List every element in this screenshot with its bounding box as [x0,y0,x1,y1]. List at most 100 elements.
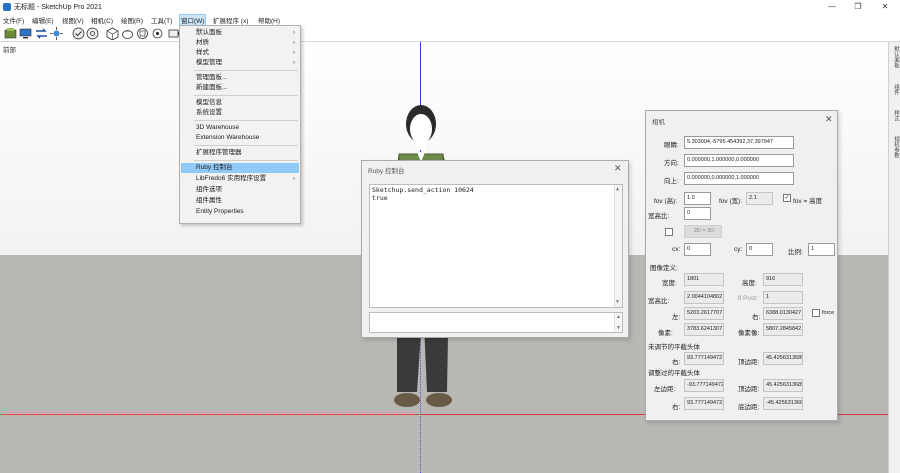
aspect-ratio-label: 宽高比: [648,213,670,220]
ruby-console-output[interactable]: Sketchup.send_action 10624 true ▲ ▼ [369,184,623,308]
field-value[interactable]: 1 [763,291,803,304]
unadjusted-top-field[interactable]: 45.4256313689 [763,352,803,365]
submenu-arrow-icon: › [293,40,295,46]
menu-item-preferences[interactable]: 系统设置 [181,108,299,118]
sparkle-icon[interactable] [50,27,63,40]
right-field[interactable]: 6388.0130427 [763,307,803,320]
menu-camera[interactable]: 相机(C) [91,15,113,25]
refresh-cube-icon[interactable] [136,27,149,40]
menu-item-model-management[interactable]: 模型管理 › [181,58,299,68]
px-label: 像素: [658,330,673,337]
up-label: 向上: [664,178,679,185]
adjusted-top-label: 顶边距: [738,386,760,393]
fov-is-height-checkbox[interactable]: ✓ [783,194,791,202]
menu-draw[interactable]: 绘图(R) [121,15,143,25]
fov-height-field[interactable]: 1.0 [684,192,711,205]
maximize-button[interactable]: ❐ [844,0,872,14]
field-label: fl Post: [738,295,758,302]
minimize-button[interactable]: — [818,0,846,14]
scroll-down-icon[interactable]: ▼ [616,299,619,307]
adjusted-top-field[interactable]: 45.4256313689 [763,379,803,392]
menu-extensions[interactable]: 扩展程序 (x) [213,15,248,25]
cx-field[interactable]: 0 [684,243,711,256]
tray-tab-camera-params[interactable]: 相机参数 [890,136,900,158]
menu-tools[interactable]: 工具(T) [151,15,172,25]
adjusted-bottom-field[interactable]: -45.4256313689 [763,397,803,410]
scroll-up-icon[interactable]: ▲ [616,314,621,320]
menu-separator [194,160,298,161]
width-label: 宽度: [662,280,677,287]
ratio-field[interactable]: 2.0044104802 [684,291,724,304]
menu-item-extension-manager[interactable]: 扩展程序管理器 [181,148,299,158]
scene-tab-label[interactable]: 前部 [3,44,16,54]
menu-item-ruby-console[interactable]: Ruby 控制台 [181,163,299,173]
force-checkbox[interactable] [812,309,820,317]
ratio-label: 宽高比: [648,298,670,305]
cy-field[interactable]: 0 [746,243,773,256]
scale-field[interactable]: 1 [808,243,835,256]
width-field[interactable]: 1801 [684,273,724,286]
menu-item-label: 模型管理 [196,59,222,66]
tray-tab-components[interactable]: 组件 [890,84,900,95]
scroll-down-icon[interactable]: ▼ [616,325,621,331]
direction-field[interactable]: 0.000000,1.000000,0.000000 [684,154,794,167]
input-scrollbar[interactable]: ▲ ▼ [614,313,622,332]
menu-file[interactable]: 文件(F) [3,15,24,25]
menu-item-default-tray[interactable]: 默认面板 › [181,28,299,38]
direction-label: 方向: [664,160,679,167]
menu-edit[interactable]: 编辑(E) [32,15,54,25]
adjusted-bottom-label: 底边距: [738,404,760,411]
default-tray: 默认面板 组件 样式 相机参数 [888,42,900,473]
eye-label: 眼睛: [664,142,679,149]
adjusted-left-field[interactable]: -93.7771494721 [684,379,724,392]
ruby-console-input[interactable]: ▲ ▼ [369,312,623,333]
menu-item-extension-warehouse[interactable]: Extension Warehouse [181,133,299,143]
menu-item-manage-trays[interactable]: 管理面板... [181,73,299,83]
aspect-ratio-field[interactable]: 0 [684,207,711,220]
close-button[interactable]: ✕ [871,0,899,14]
menu-view[interactable]: 视图(V) [62,15,84,25]
menu-item-styles[interactable]: 样式 › [181,48,299,58]
fov-width-field[interactable]: 2.1 [746,192,773,205]
right-label: 右: [752,314,761,321]
menu-item-3d-warehouse[interactable]: 3D Warehouse [181,123,299,133]
left-field[interactable]: 5203.2617707 [684,307,724,320]
image-definition-heading: 图像定义: [650,265,678,272]
py-field[interactable]: 5807.2845842 [763,323,803,336]
close-icon[interactable]: ✕ [614,163,622,174]
swap-icon[interactable] [35,27,48,40]
menu-item-model-info[interactable]: 模型信息 [181,98,299,108]
unadjusted-right-field[interactable]: 93.7771494721 [684,352,724,365]
up-field[interactable]: 0.000000,0.000000,1.000000 [684,172,794,185]
tray-tab-styles[interactable]: 样式 [890,110,900,121]
menu-item-component-attributes[interactable]: 组件属性 [181,196,299,206]
2d-equals-3d-button[interactable]: 2D = 3D [684,225,722,238]
menu-item-materials[interactable]: 材质 › [181,38,299,48]
menu-item-new-tray[interactable]: 新建面板... [181,83,299,93]
cube-icon[interactable] [106,27,119,40]
menu-item-entity-properties[interactable]: Entity Properties [181,207,299,217]
menu-item-component-options[interactable]: 组件选项 [181,185,299,195]
camera-dialog: 相机 ✕ 眼睛: 5.303004,-5795.454392,37.397947… [645,110,838,421]
check-circle-icon[interactable] [72,27,85,40]
output-scrollbar[interactable]: ▲ ▼ [614,185,622,307]
eye-field[interactable]: 5.303004,-5795.454392,37.397947 [684,136,794,149]
settings-icon[interactable] [151,27,164,40]
fov-width-label: fov (宽): [719,198,743,205]
2d-checkbox[interactable] [665,228,673,236]
teapot-icon[interactable] [121,27,134,40]
tray-tab-default[interactable]: 默认面板 [890,46,900,68]
menu-item-libfredo6-settings[interactable]: LibFredo6 实用程序设置 › [181,174,299,184]
title-bar: 无标题 - SketchUp Pro 2021 — ❐ ✕ [0,0,900,14]
px-field[interactable]: 3783.6241307 [684,323,724,336]
file-icon[interactable] [4,27,17,40]
close-icon[interactable]: ✕ [825,114,833,125]
height-field[interactable]: 916 [763,273,803,286]
adjusted-right-field[interactable]: 93.7771494721 [684,397,724,410]
menu-item-label: 样式 [196,49,209,56]
globe-icon[interactable] [86,27,99,40]
sketchup-app-icon [3,3,11,11]
monitor-icon[interactable] [19,27,32,40]
menu-help[interactable]: 帮助(H) [258,15,280,25]
scroll-up-icon[interactable]: ▲ [616,186,619,194]
